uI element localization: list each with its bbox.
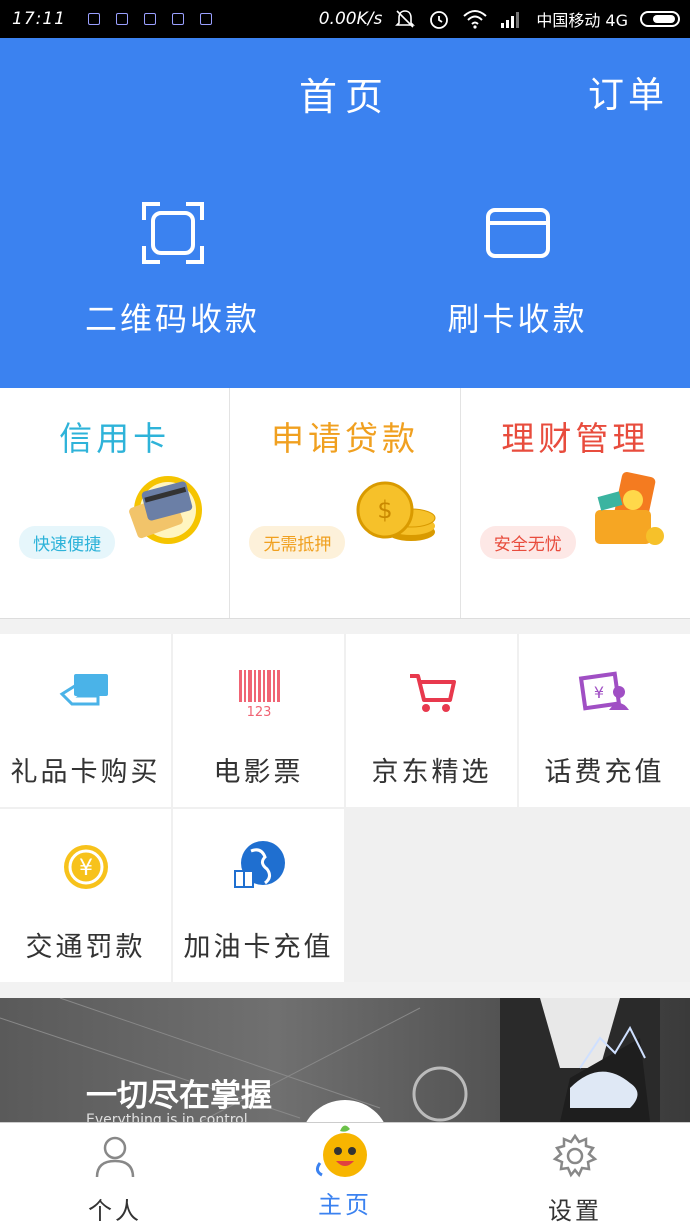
tab-label: 主页 [318,1191,372,1219]
service-label: 加油卡充值 [183,932,334,963]
svg-text:$: $ [377,496,392,524]
promo-row: 信用卡 快速便捷 申请贷款 无需抵押 $ 理财管理 安全无忧 [0,388,690,619]
notification-icons [88,13,212,25]
notification-icon [200,13,212,25]
notification-icon [88,13,100,25]
tab-label: 个人 [88,1197,142,1225]
page-title: 首页 [298,75,391,119]
promo-badge: 快速便捷 [19,526,116,559]
gift-card-icon [59,674,108,706]
promo-finance[interactable]: 理财管理 安全无忧 [461,388,690,618]
service-label: 话费充值 [544,757,665,788]
phone-recharge-icon: ¥ [578,671,629,711]
battery-icon [640,11,680,27]
svg-text:¥: ¥ [593,683,603,702]
tab-settings[interactable]: 设置 [460,1123,690,1228]
card-payment-button[interactable]: 刷卡收款 [345,198,690,340]
wallet-phone-icon [594,471,664,545]
banner-subline: Everything is in control [86,1112,248,1122]
globe-gift-icon [233,841,285,888]
qr-scan-icon [141,202,204,264]
service-fuel-card[interactable]: 加油卡充值 [173,809,344,982]
carrier-label: 中国移动 4G [536,11,628,30]
service-phone-recharge[interactable]: ¥ 话费充值 [519,634,690,807]
promo-badge: 无需抵押 [249,526,346,559]
credit-card-icon [129,476,203,544]
bottom-tab-bar: 个人 主页 设置 [0,1122,690,1228]
service-label: 京东精选 [371,757,492,788]
service-jd-picks[interactable]: 京东精选 [346,634,517,807]
service-movie-ticket[interactable]: 123 电影票 [173,634,344,807]
wifi-icon [463,10,488,29]
status-time: 17:11 [12,9,66,29]
qr-payment-label: 二维码收款 [84,300,260,338]
notification-icon [144,13,156,25]
promo-credit-card[interactable]: 信用卡 快速便捷 [0,388,231,618]
card-payment-label: 刷卡收款 [447,300,588,338]
notification-icon [172,13,184,25]
qr-payment-button[interactable]: 二维码收款 [0,198,345,340]
mascot-icon [315,1125,367,1177]
service-label: 电影票 [213,757,304,788]
promo-title: 理财管理 [501,419,650,458]
gear-icon [552,1133,598,1178]
mute-bell-icon [395,10,416,28]
service-label: 交通罚款 [25,932,146,963]
status-bar: 17:11 0.00K/s 中国移动 4G [0,0,690,38]
promo-title: 信用卡 [59,419,171,458]
tab-label: 设置 [548,1197,602,1225]
notification-icon [116,13,128,25]
svg-text:123: 123 [246,705,271,720]
service-grid: 礼品卡购买 123 电影票 京东精选 ¥ 话费充值 ¥ 交通罚款 加油卡充值 [0,634,690,982]
promo-loan[interactable]: 申请贷款 无需抵押 $ [230,388,461,618]
barcode-ticket-icon: 123 [238,670,280,720]
alarm-icon [430,11,449,29]
service-label: 礼品卡购买 [10,757,161,788]
promo-title: 申请贷款 [270,419,419,458]
signal-icon [501,12,520,28]
tab-personal[interactable]: 个人 [0,1123,230,1228]
person-icon [95,1136,135,1178]
header-panel: 首页 订单 二维码收款 刷卡收款 [0,38,690,388]
net-speed: 0.00K/s [318,9,383,29]
card-icon [485,208,550,258]
gold-coins-icon: $ [356,481,436,541]
promo-badge: 安全无忧 [479,526,576,559]
shopping-cart-icon [409,674,456,712]
service-traffic-fine[interactable]: ¥ 交通罚款 [0,809,171,982]
order-link[interactable]: 订单 [588,66,668,118]
yuan-coin-icon: ¥ [63,845,108,889]
tab-home[interactable]: 主页 [230,1123,460,1228]
banner-headline: 一切尽在掌握 [86,1078,272,1114]
svg-text:¥: ¥ [79,856,93,881]
service-gift-card[interactable]: 礼品卡购买 [0,634,171,807]
